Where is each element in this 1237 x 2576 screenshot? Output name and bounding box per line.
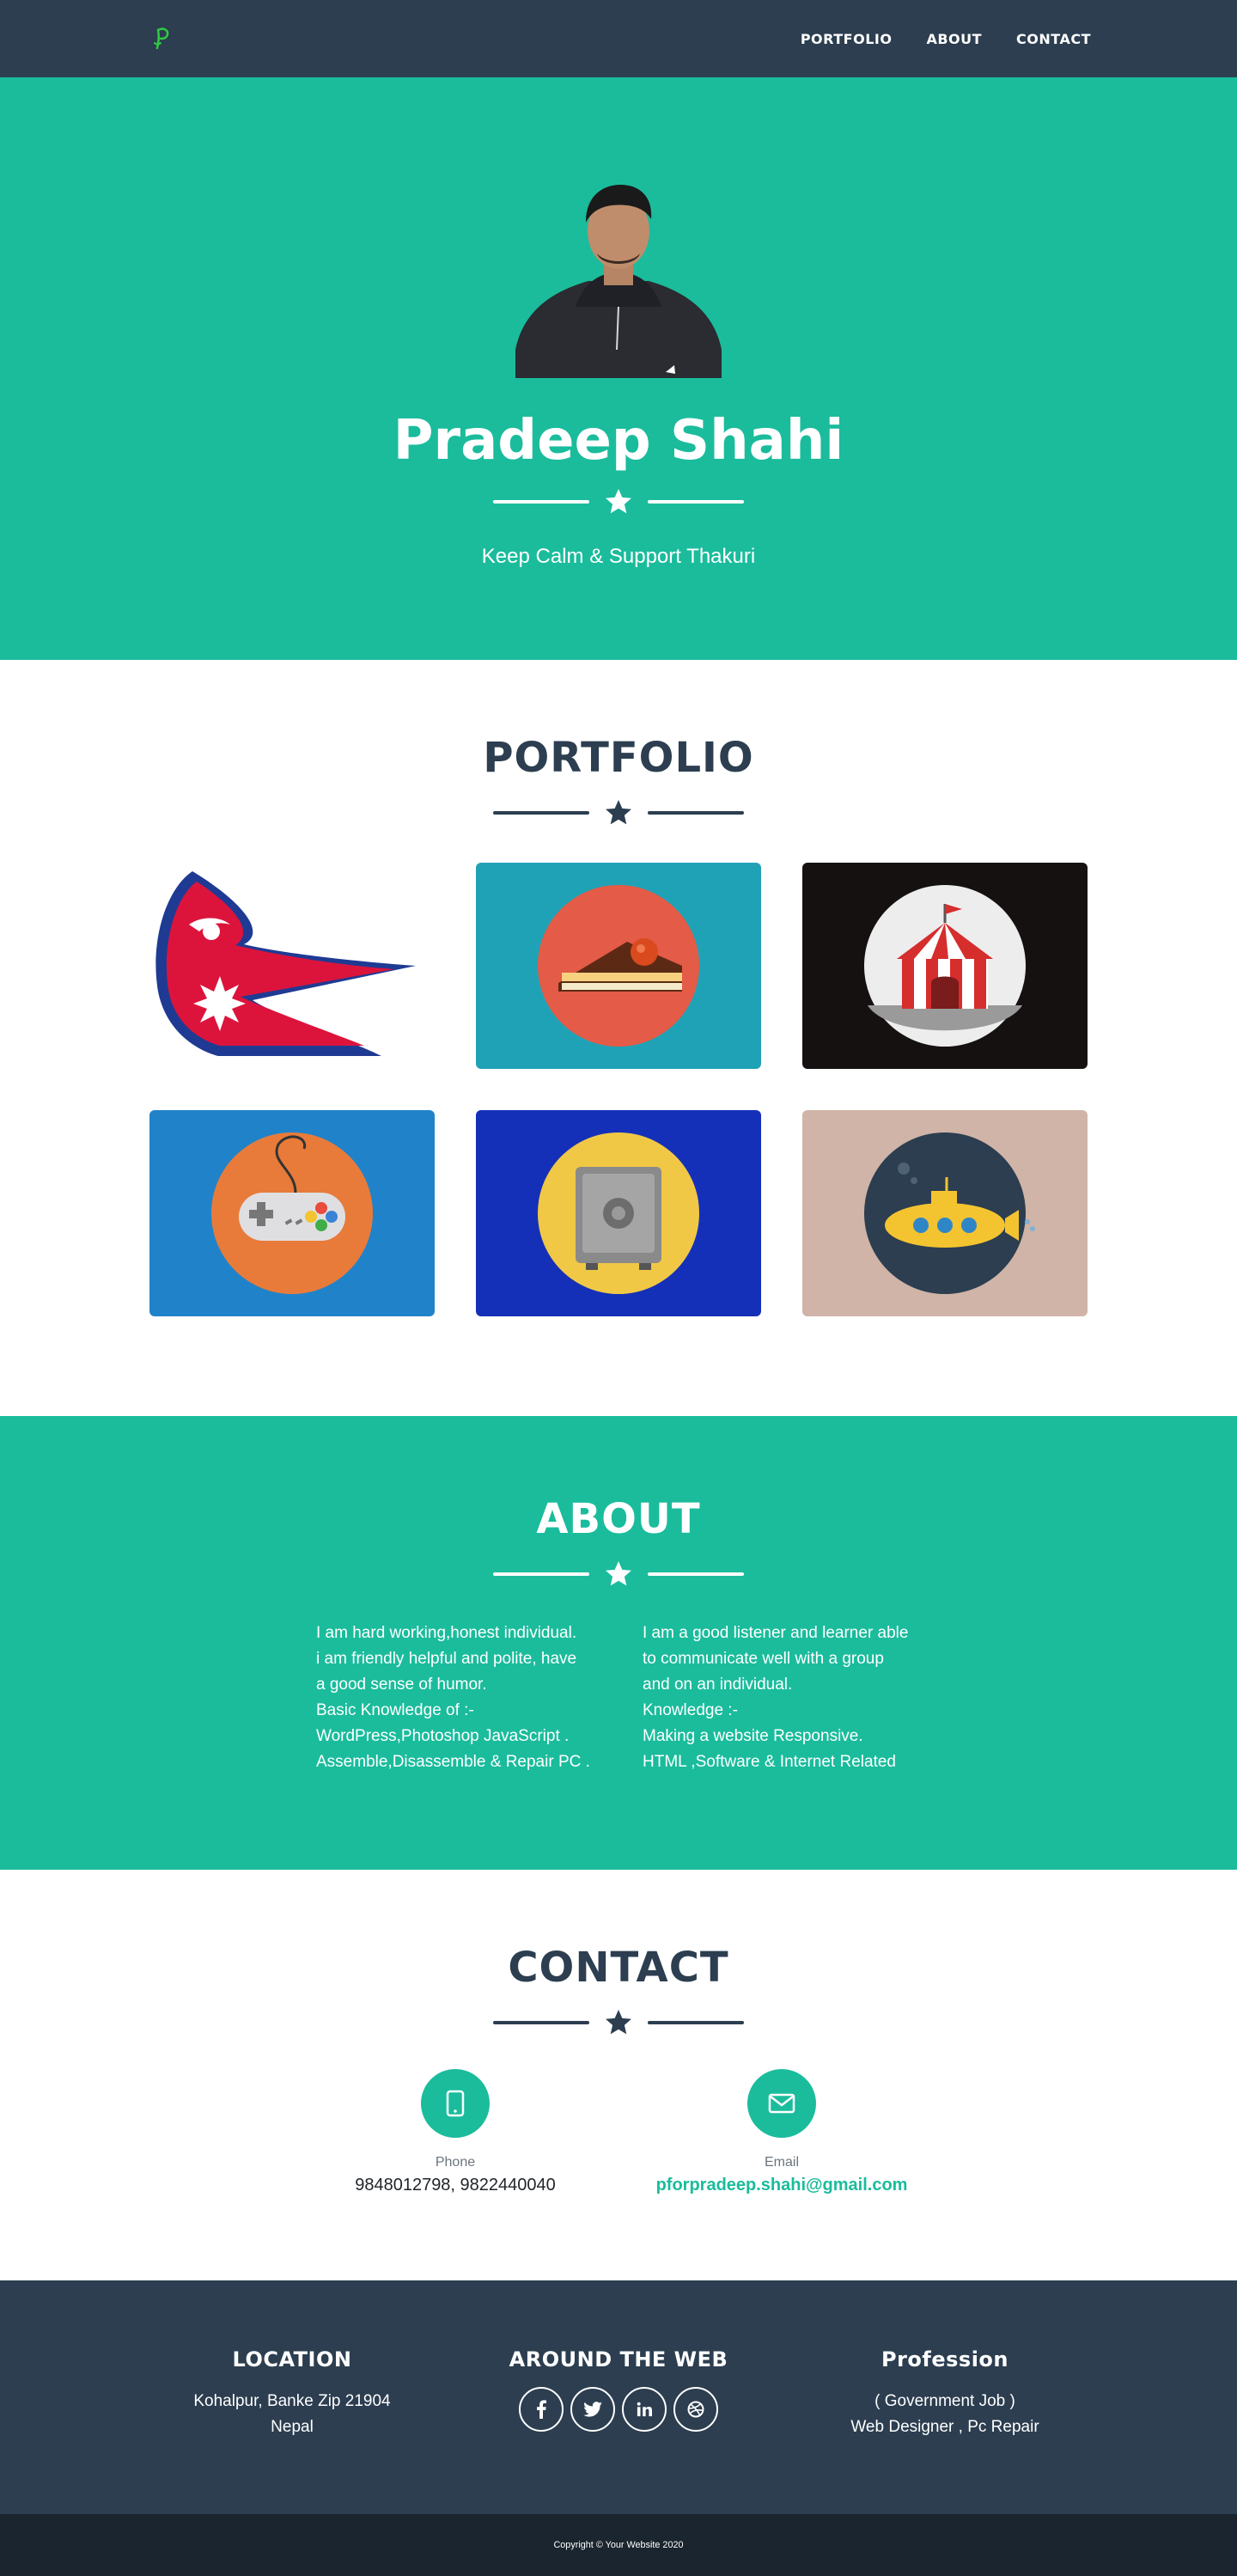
about-text-line: Assemble,Disassemble & Repair PC .	[316, 1753, 590, 1771]
footer-profession: Profession ( Government Job ) Web Design…	[782, 2347, 1108, 2514]
section-title-about: ABOUT	[536, 1495, 701, 1543]
navbar: PORTFOLIO ABOUT CONTACT	[0, 0, 1237, 77]
hero-section: Pradeep Shahi Keep Calm & Support Thakur…	[0, 77, 1237, 660]
portfolio-item-safe[interactable]	[476, 1110, 761, 1316]
footer-profession-line: Web Designer , Pc Repair	[850, 2418, 1039, 2436]
brand-logo-icon[interactable]	[151, 26, 172, 52]
portfolio-item-cake[interactable]	[476, 863, 761, 1069]
nav-link-contact[interactable]: CONTACT	[1016, 31, 1091, 47]
mobile-icon	[421, 2069, 490, 2138]
about-text-line: and on an individual.	[643, 1676, 793, 1694]
about-left-column: I am hard working,honest individual. i a…	[316, 1621, 594, 1775]
about-section: ABOUT I am hard working,honest individua…	[0, 1416, 1237, 1870]
section-title-portfolio: PORTFOLIO	[483, 734, 754, 782]
divider-line	[493, 811, 589, 815]
nav-links: PORTFOLIO ABOUT CONTACT	[801, 31, 1091, 47]
dribbble-icon[interactable]	[673, 2387, 718, 2432]
profile-photo	[515, 178, 722, 378]
portfolio-section: PORTFOLIO	[0, 660, 1237, 1416]
social-links	[519, 2387, 718, 2432]
about-text-line: I am a good listener and learner able	[643, 1624, 909, 1642]
divider-line	[493, 2021, 589, 2024]
game-controller-icon	[211, 1132, 373, 1294]
about-text-line: Knowledge :-	[643, 1701, 738, 1719]
about-text-line: HTML ,Software & Internet Related	[643, 1753, 896, 1771]
about-text-line: Basic Knowledge of :-	[316, 1701, 474, 1719]
portfolio-item-controller[interactable]	[149, 1110, 435, 1316]
envelope-icon	[747, 2069, 816, 2138]
star-icon	[606, 1561, 631, 1586]
footer-location-line: Nepal	[271, 2418, 314, 2436]
footer: LOCATION Kohalpur, Banke Zip 21904 Nepal…	[0, 2280, 1237, 2514]
submarine-icon	[864, 1132, 1035, 1294]
divider-line	[648, 811, 744, 815]
contact-phone-label: Phone	[435, 2155, 476, 2170]
about-text-line: i am friendly helpful and polite, have	[316, 1650, 577, 1668]
nepal-flag-icon	[155, 871, 417, 1056]
divider-line	[648, 1572, 744, 1576]
divider-line	[648, 500, 744, 504]
footer-location-text: Kohalpur, Banke Zip 21904 Nepal	[193, 2389, 390, 2440]
footer-profession-text: ( Government Job ) Web Designer , Pc Rep…	[850, 2389, 1039, 2440]
footer-web-title: AROUND THE WEB	[509, 2347, 728, 2372]
footer-profession-title: Profession	[881, 2347, 1008, 2372]
contact-phone: Phone 9848012798, 9822440040	[344, 2069, 567, 2195]
divider-line	[493, 500, 589, 504]
about-text-line: to communicate well with a group	[643, 1650, 884, 1668]
portfolio-item-circus[interactable]	[802, 863, 1088, 1069]
portfolio-item-nepal[interactable]	[149, 863, 435, 1069]
nav-link-portfolio[interactable]: PORTFOLIO	[801, 31, 893, 47]
about-text-line: I am hard working,honest individual.	[316, 1624, 577, 1642]
about-right-column: I am a good listener and learner able to…	[643, 1621, 921, 1775]
portfolio-item-submarine[interactable]	[802, 1110, 1088, 1316]
star-icon	[606, 2010, 631, 2035]
contact-divider	[493, 2007, 744, 2038]
contact-phone-value[interactable]: 9848012798, 9822440040	[355, 2176, 556, 2195]
about-columns: I am hard working,honest individual. i a…	[316, 1621, 921, 1775]
nav-link-about[interactable]: ABOUT	[926, 31, 982, 47]
circus-tent-icon	[864, 885, 1026, 1047]
footer-location-title: LOCATION	[232, 2347, 352, 2372]
contact-items: Phone 9848012798, 9822440040 Email pforp…	[344, 2069, 907, 2195]
footer-location-line: Kohalpur, Banke Zip 21904	[193, 2392, 391, 2410]
star-icon	[606, 489, 631, 514]
footer-web: AROUND THE WEB	[455, 2347, 782, 2514]
contact-email: Email pforpradeep.shahi@gmail.com	[656, 2069, 907, 2195]
hero-tagline: Keep Calm & Support Thakuri	[481, 545, 756, 569]
hero-name: Pradeep Shahi	[393, 409, 844, 473]
star-icon	[606, 800, 631, 825]
portfolio-grid	[149, 863, 1088, 1316]
about-divider	[493, 1559, 744, 1590]
linkedin-icon[interactable]	[622, 2387, 667, 2432]
footer-location: LOCATION Kohalpur, Banke Zip 21904 Nepal	[129, 2347, 455, 2514]
portfolio-divider	[493, 797, 744, 828]
facebook-icon[interactable]	[519, 2387, 564, 2432]
contact-email-label: Email	[764, 2155, 799, 2170]
about-text-line: a good sense of humor.	[316, 1676, 487, 1694]
cake-icon	[538, 885, 699, 1047]
about-text-line: Making a website Responsive.	[643, 1727, 863, 1745]
copyright-bar: Copyright © Your Website 2020	[0, 2514, 1237, 2576]
contact-section: CONTACT Phone 9848012798, 9822440040 Ema…	[0, 1870, 1237, 2280]
safe-icon	[538, 1132, 699, 1294]
copyright-text: Copyright © Your Website 2020	[553, 2540, 684, 2550]
section-title-contact: CONTACT	[508, 1944, 729, 1992]
footer-profession-line: ( Government Job )	[874, 2392, 1015, 2410]
hero-divider	[493, 486, 744, 517]
twitter-icon[interactable]	[570, 2387, 615, 2432]
divider-line	[648, 2021, 744, 2024]
divider-line	[493, 1572, 589, 1576]
contact-email-link[interactable]: pforpradeep.shahi@gmail.com	[656, 2176, 908, 2195]
about-text-line: WordPress,Photoshop JavaScript .	[316, 1727, 570, 1745]
